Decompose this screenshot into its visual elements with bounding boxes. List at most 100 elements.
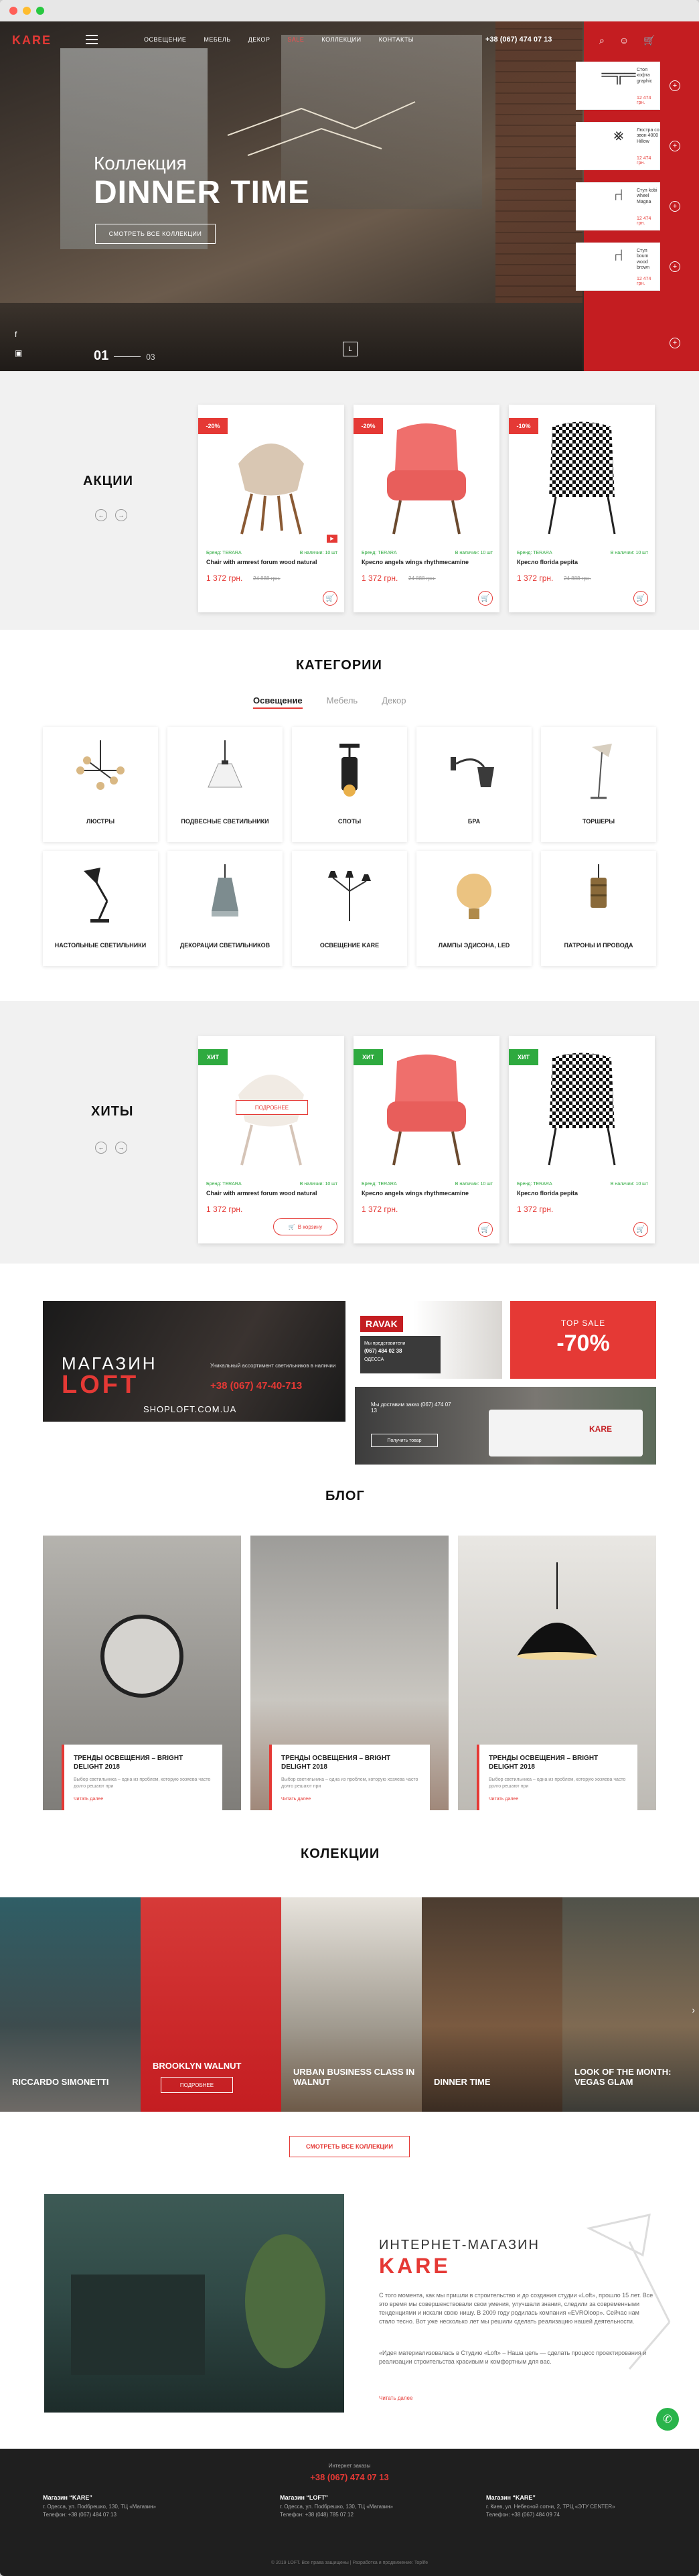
tab-furniture[interactable]: Мебель xyxy=(327,695,358,709)
chevron-right-icon[interactable]: › xyxy=(692,2005,695,2015)
close-dot[interactable] xyxy=(9,7,17,15)
delivery-banner[interactable]: Мы доставим заказ (067) 474 07 13 Получи… xyxy=(355,1387,656,1465)
whatsapp-icon[interactable]: ✆ xyxy=(656,2408,679,2431)
add-icon[interactable]: + xyxy=(670,201,680,212)
category-pendants[interactable]: ПОДВЕСНЫЕ СВЕТИЛЬНИКИ xyxy=(167,727,283,842)
blog-card[interactable]: ТРЕНДЫ ОСВЕЩЕНИЯ – BRIGHT DELIGHT 2018 В… xyxy=(458,1536,656,1810)
armchair-image xyxy=(548,1053,616,1166)
menu-burger-icon[interactable] xyxy=(86,35,98,44)
nav-item-furniture[interactable]: МЕБЕЛЬ xyxy=(204,36,230,43)
add-icon[interactable]: + xyxy=(670,338,680,348)
footer-order-phone[interactable]: +38 (067) 474 07 13 xyxy=(0,2472,699,2482)
hero-product-card[interactable]: ⑁ Стул boum wood brown 12 474 грн. xyxy=(576,243,660,291)
category-label: ЛАМПЫ ЭДИСОНА, LED xyxy=(438,942,510,949)
search-icon[interactable]: ⌕ xyxy=(599,35,605,46)
add-icon[interactable]: + xyxy=(670,141,680,151)
arrow-right-icon[interactable]: → xyxy=(115,509,127,521)
blog-post-title[interactable]: ТРЕНДЫ ОСВЕЩЕНИЯ – BRIGHT DELIGHT 2018 xyxy=(489,1754,628,1771)
header-phone[interactable]: +38 (067) 474 07 13 xyxy=(485,36,552,44)
category-decor-lamps[interactable]: ДЕКОРАЦИИ СВЕТИЛЬНИКОВ xyxy=(167,851,283,966)
collection-card[interactable]: RICCARDO SIMONETTI xyxy=(0,1897,141,2112)
user-icon[interactable]: ☺ xyxy=(619,35,629,46)
product-card[interactable]: ХИТ ПОДРОБНЕЕ Бренд: TERARA В наличии: 1… xyxy=(198,1036,344,1243)
blog-post-title[interactable]: ТРЕНДЫ ОСВЕЩЕНИЯ – BRIGHT DELIGHT 2018 xyxy=(74,1754,213,1771)
product-card[interactable]: -20% ▶ Бренд: TERARA В наличии: 10 шт Ch… xyxy=(198,405,344,612)
category-label: НАСТОЛЬНЫЕ СВЕТИЛЬНИКИ xyxy=(54,942,147,949)
nav-item-sale[interactable]: SALE xyxy=(287,36,304,43)
category-floor-lamps[interactable]: ТОРШЕРЫ xyxy=(541,727,656,842)
nav-item-decor[interactable]: ДЕКОР xyxy=(248,36,270,43)
collection-card[interactable]: DINNER TIME xyxy=(422,1897,562,2112)
minimize-dot[interactable] xyxy=(23,7,31,15)
site-logo[interactable]: KARE xyxy=(12,33,52,48)
add-icon[interactable]: + xyxy=(670,261,680,272)
product-card[interactable]: ХИТ Бренд: TERARA В наличии: 10 шт Кресл… xyxy=(509,1036,655,1243)
collection-card[interactable]: LOOK OF THE MONTH: VEGAS GLAM › xyxy=(562,1897,699,2112)
nav-item-lighting[interactable]: ОСВЕЩЕНИЕ xyxy=(144,36,186,43)
product-name[interactable]: Chair with armrest forum wood natural xyxy=(206,559,317,565)
top-sale-banner[interactable]: TOP SALE -70% xyxy=(510,1301,656,1379)
category-edison-bulbs[interactable]: ЛАМПЫ ЭДИСОНА, LED xyxy=(416,851,532,966)
category-chandeliers[interactable]: ЛЮСТРЫ xyxy=(43,727,158,842)
ravak-banner[interactable]: RAVAK Мы представители (067) 484 02 38 ОДЕ… xyxy=(355,1301,502,1379)
product-card[interactable]: ХИТ Бренд: TERARA В наличии: 10 шт Кресл… xyxy=(354,1036,499,1243)
cart-icon[interactable]: 🛒 xyxy=(478,591,493,606)
product-card[interactable]: -20% Бренд: TERARA В наличии: 10 шт Крес… xyxy=(354,405,499,612)
product-name[interactable]: Chair with armrest forum wood natural xyxy=(206,1190,317,1197)
product-card[interactable]: -10% Бренд: TERARA В наличии: 10 шт Крес… xyxy=(509,405,655,612)
loft-banner[interactable]: МАГАЗИН LOFT Уникальный ассортимент свет… xyxy=(43,1301,345,1422)
loft-site[interactable]: SHOPLOFT.COM.UA xyxy=(143,1404,236,1414)
hero-lamp-marker-icon[interactable]: L xyxy=(343,342,358,356)
arrow-left-icon[interactable]: ← xyxy=(95,1142,107,1154)
play-icon[interactable]: ▶ xyxy=(327,535,337,543)
product-name[interactable]: Кресло florida pepita xyxy=(517,559,578,565)
all-collections-button[interactable]: СМОТРЕТЬ ВСЕ КОЛЛЕКЦИИ xyxy=(289,2136,410,2157)
hero-all-collections-button[interactable]: СМОТРЕТЬ ВСЕ КОЛЛЕКЦИИ xyxy=(95,224,216,244)
category-table-lamps[interactable]: НАСТОЛЬНЫЕ СВЕТИЛЬНИКИ xyxy=(43,851,158,966)
about-read-more-link[interactable]: Читать далее xyxy=(379,2395,412,2401)
cart-icon[interactable]: 🛒 xyxy=(478,1222,493,1237)
nav-item-contacts[interactable]: КОНТАКТЫ xyxy=(379,36,414,43)
cart-icon[interactable]: 🛒 xyxy=(643,35,655,46)
cart-icon[interactable]: 🛒 xyxy=(323,591,337,606)
tab-decor[interactable]: Декор xyxy=(382,695,406,709)
product-name[interactable]: Кресло angels wings rhythmecamine xyxy=(362,559,469,565)
ravak-sub: Мы представители xyxy=(364,1341,406,1346)
blog-card[interactable]: ТРЕНДЫ ОСВЕЩЕНИЯ – BRIGHT DELIGHT 2018 В… xyxy=(43,1536,241,1810)
footer-store-phone[interactable]: Телефон: +38 (067) 484 07 13 xyxy=(43,2512,116,2518)
read-more-link[interactable]: Читать далее xyxy=(281,1797,420,1802)
hero-product-card[interactable]: ⑁ Стул kobi wheel Magna 12 474 грн. xyxy=(576,182,660,230)
delivery-button[interactable]: Получить товар xyxy=(371,1434,438,1447)
tab-lighting[interactable]: Освещение xyxy=(253,695,303,709)
add-to-cart-button[interactable]: 🛒 В корзину xyxy=(273,1218,337,1235)
footer-store-phone[interactable]: Телефон: +38 (067) 484 09 74 xyxy=(486,2512,560,2518)
hero-product-card[interactable]: ⨳ Люстра со звон 4000 Hillow 12 474 грн. xyxy=(576,122,660,170)
category-sockets[interactable]: ПАТРОНЫ И ПРОВОДА xyxy=(541,851,656,966)
more-button[interactable]: ПОДРОБНЕЕ xyxy=(236,1100,308,1115)
blog-post-title[interactable]: ТРЕНДЫ ОСВЕЩЕНИЯ – BRIGHT DELIGHT 2018 xyxy=(281,1754,420,1771)
facebook-icon[interactable]: f xyxy=(15,330,22,339)
collection-card[interactable]: BROOKLYN WALNUT ПОДРОБНЕЕ xyxy=(141,1897,281,2112)
collection-card[interactable]: URBAN BUSINESS CLASS IN WALNUT xyxy=(281,1897,422,2112)
product-name[interactable]: Кресло florida pepita xyxy=(517,1190,578,1197)
hero-product-card[interactable]: ═╦═ Стол кофта graphic 12 474 грн. xyxy=(576,62,660,110)
add-icon[interactable]: + xyxy=(670,80,680,91)
loft-phone[interactable]: +38 (067) 47-40-713 xyxy=(210,1380,302,1392)
category-wall-lamps[interactable]: БРА xyxy=(416,727,532,842)
category-spots[interactable]: СПОТЫ xyxy=(292,727,407,842)
nav-item-collections[interactable]: КОЛЛЕКЦИИ xyxy=(321,36,361,43)
footer-store-phone[interactable]: Телефон: +38 (048) 785 07 12 xyxy=(280,2512,354,2518)
cart-icon[interactable]: 🛒 xyxy=(633,1222,648,1237)
read-more-link[interactable]: Читать далее xyxy=(489,1797,628,1802)
collection-more-button[interactable]: ПОДРОБНЕЕ xyxy=(161,2077,233,2093)
product-old-price: 24 888 грн. xyxy=(564,575,591,582)
cart-icon[interactable]: 🛒 xyxy=(633,591,648,606)
category-kare-lighting[interactable]: ОСВЕЩЕНИЕ KARE xyxy=(292,851,407,966)
product-name[interactable]: Кресло angels wings rhythmecamine xyxy=(362,1190,469,1197)
instagram-icon[interactable]: ▣ xyxy=(15,348,22,358)
arrow-right-icon[interactable]: → xyxy=(115,1142,127,1154)
read-more-link[interactable]: Читать далее xyxy=(74,1797,213,1802)
arrow-left-icon[interactable]: ← xyxy=(95,509,107,521)
blog-card[interactable]: ТРЕНДЫ ОСВЕЩЕНИЯ – BRIGHT DELIGHT 2018 В… xyxy=(250,1536,449,1810)
maximize-dot[interactable] xyxy=(36,7,44,15)
